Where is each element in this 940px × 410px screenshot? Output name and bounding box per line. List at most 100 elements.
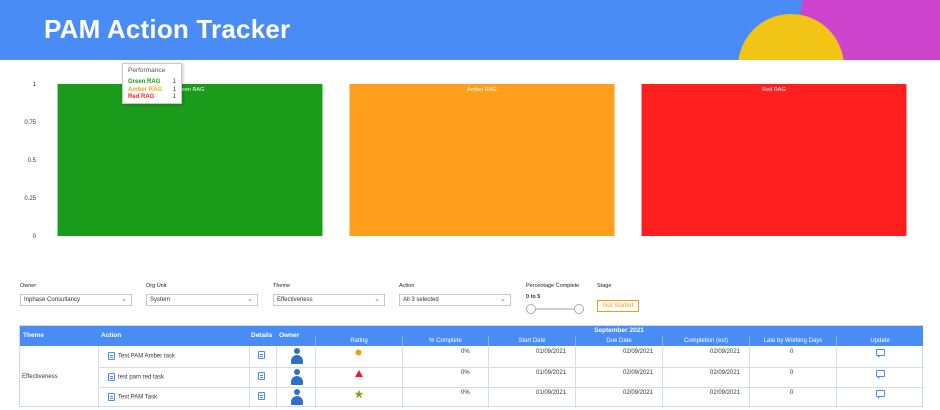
filter-org-unit-label: Org Unit: [146, 283, 167, 289]
filter-action-label: Action: [399, 283, 415, 289]
percent-complete: 0%: [461, 370, 470, 376]
chart-tooltip: Performance Green RAG 1 Amber RAG 1 Red …: [122, 63, 182, 104]
sub-header--complete: % Complete: [402, 336, 488, 346]
rating-amber-circle-icon: [355, 349, 362, 358]
org-unit-select-value: System: [150, 297, 171, 303]
tooltip-label-amber: Amber RAG: [128, 86, 163, 93]
slider-max-handle[interactable]: [574, 304, 584, 314]
tooltip-title: Performance: [128, 67, 166, 74]
filter-stage-label: Stage: [597, 283, 612, 289]
start-date: 01/09/2021: [536, 390, 567, 396]
action-name: Test PAM Amber task: [118, 353, 175, 360]
bar-label: Red RAG: [762, 87, 786, 93]
owner-select[interactable]: Inphase Consultancy ⌄: [20, 294, 132, 306]
details-button[interactable]: [258, 351, 268, 359]
filter-owner-label: Owner: [20, 283, 37, 289]
sub-header-update: Update: [836, 336, 923, 346]
actions-table: Theme Action Details Owner September 202…: [19, 325, 924, 408]
y-tick-label: 0: [33, 234, 37, 240]
chevron-down-icon: ⌄: [247, 296, 253, 303]
completion-est-date: 02/09/2021: [710, 390, 741, 396]
owner-avatar-icon: [290, 389, 304, 405]
tooltip-label-red: Red RAG: [128, 94, 155, 100]
y-tick-label: 0.25: [24, 196, 36, 202]
chevron-down-icon: ⌄: [121, 296, 127, 303]
clipboard-icon: [258, 392, 265, 400]
bar-red-rag[interactable]: [641, 84, 907, 236]
action-name: Test PAM Task: [118, 394, 158, 401]
sub-header-start-date: Start Date: [488, 336, 575, 346]
page-title: PAM Action Tracker: [44, 14, 291, 44]
tooltip-value-green: 1: [172, 79, 176, 85]
action-cell[interactable]: test pam red task: [108, 373, 164, 381]
action-cell[interactable]: Test PAM Amber task: [108, 352, 175, 360]
bar-label: Amber RAG: [467, 87, 497, 93]
completion-est-date: 02/09/2021: [710, 349, 741, 355]
owner-avatar-icon: [290, 369, 304, 385]
update-comment-icon[interactable]: [876, 370, 885, 379]
bar-amber-rag[interactable]: [349, 84, 615, 236]
start-date: 01/09/2021: [536, 370, 567, 376]
action-name: test pam red task: [118, 374, 165, 381]
rating-green-star-icon: [354, 389, 364, 400]
bar-green-rag[interactable]: [57, 84, 323, 236]
tooltip-value-amber: 1: [172, 86, 176, 93]
filter-owner: Owner Inphase Consultancy ⌄: [20, 283, 132, 306]
sub-header-completion-est: Completion (est): [662, 336, 749, 346]
tooltip-row-green: Green RAG 1: [128, 79, 176, 87]
task-icon: [108, 393, 115, 401]
percentage-slider[interactable]: [526, 303, 584, 315]
late-working-days: 0: [790, 390, 794, 396]
header-theme: Theme: [20, 326, 98, 346]
filter-percentage: Percentage Complete 0 to 5: [526, 283, 584, 315]
completion-est-date: 02/09/2021: [710, 370, 741, 376]
filter-theme-label: Theme: [273, 283, 291, 289]
sub-header-late-by-working-days: Late by Working Days: [749, 336, 836, 346]
stage-not-started-chip[interactable]: Not Started: [597, 300, 640, 312]
start-date: 01/09/2021: [536, 349, 567, 355]
tooltip-row-red: Red RAG 1: [128, 94, 176, 102]
org-unit-select[interactable]: System ⌄: [146, 294, 258, 306]
percent-complete: 0%: [461, 349, 470, 355]
due-date: 02/09/2021: [623, 349, 654, 355]
tooltip-row-amber: Amber RAG 1: [128, 87, 176, 95]
y-tick-label: 1: [33, 82, 37, 88]
filter-action: Action All 3 selected ⌄: [399, 283, 511, 306]
filter-percentage-label: Percentage Complete: [526, 283, 580, 289]
rating-red-triangle-icon: [355, 370, 363, 379]
action-select[interactable]: All 3 selected ⌄: [399, 294, 511, 306]
y-tick-label: 0.5: [28, 158, 37, 164]
header-owner: Owner: [276, 326, 315, 346]
pam-action-tracker-app: PAM Action Tracker 0 0.25 0.5 0.75 1 Green RA…: [0, 0, 940, 410]
owner-avatar-icon: [290, 348, 304, 364]
clipboard-icon: [258, 372, 265, 380]
clipboard-icon: [258, 351, 265, 359]
tooltip-value-red: 1: [172, 94, 176, 100]
details-button[interactable]: [258, 372, 268, 380]
slider-min-handle[interactable]: [526, 304, 536, 314]
due-date: 02/09/2021: [623, 370, 654, 376]
theme-select[interactable]: Effectiveness ⌄: [273, 294, 385, 306]
sub-header-due-date: Due Date: [575, 336, 662, 346]
percent-complete: 0%: [461, 390, 470, 396]
chevron-down-icon: ⌄: [500, 296, 506, 303]
late-working-days: 0: [790, 370, 794, 376]
due-date: 02/09/2021: [623, 390, 654, 396]
task-icon: [108, 352, 115, 360]
header-banner: PAM Action Tracker: [0, 0, 940, 60]
action-cell[interactable]: Test PAM Task: [108, 393, 157, 401]
sub-header-rating: Rating: [315, 336, 402, 346]
update-comment-icon[interactable]: [876, 390, 885, 399]
percentage-range-text: 0 to 5: [526, 294, 541, 300]
task-icon: [108, 373, 115, 381]
update-comment-icon[interactable]: [876, 349, 885, 358]
filter-stage: Stage Not Started: [597, 283, 640, 312]
header-month: September 2021: [315, 326, 923, 336]
theme-select-value: Effectiveness: [277, 297, 313, 303]
tooltip-label-green: Green RAG: [128, 79, 161, 85]
details-button[interactable]: [258, 392, 268, 400]
header-action: Action: [98, 326, 249, 346]
y-tick-label: 0.75: [24, 120, 36, 126]
action-select-value: All 3 selected: [403, 297, 439, 303]
owner-select-value: Inphase Consultancy: [24, 297, 81, 303]
